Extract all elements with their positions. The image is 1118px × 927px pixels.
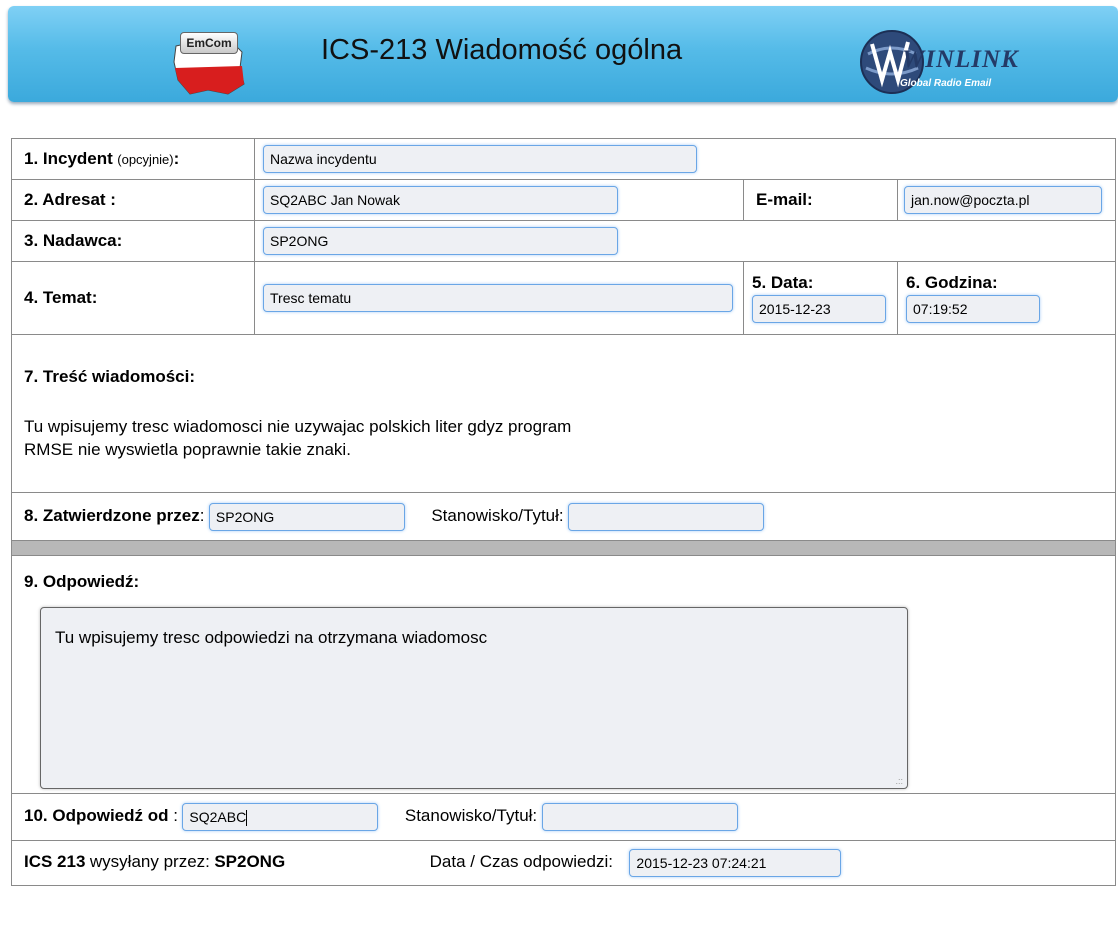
addressee-value-cell: SQ2ABC Jan Nowak [254, 179, 744, 221]
sender-input[interactable]: SP2ONG [263, 227, 618, 255]
footer-cell: ICS 213 wysyłany przez: SP2ONG Data / Cz… [10, 840, 1117, 886]
subject-input[interactable]: Tresc tematu [263, 284, 733, 312]
row-reply: 9. Odpowiedź: Tu wpisujemy tresc odpowie… [10, 555, 1117, 794]
approved-input[interactable]: SP2ONG [208, 502, 405, 531]
message-cell: 7. Treść wiadomości: Tu wpisujemy tresc … [10, 334, 1117, 493]
incident-input[interactable]: Nazwa incydentu [263, 145, 697, 173]
incident-label: 1. Incydent [24, 149, 113, 168]
reply-text: Tu wpisujemy tresc odpowiedzi na otrzyma… [55, 628, 488, 647]
message-line-1: Tu wpisujemy tresc wiadomosci nie uzywaj… [24, 417, 572, 436]
message-line-2: RMSE nie wyswietla poprawnie takie znaki… [24, 440, 351, 459]
reply-cell: 9. Odpowiedź: Tu wpisujemy tresc odpowie… [10, 555, 1117, 794]
subject-value-cell: Tresc tematu [254, 261, 744, 335]
row-sender: 3. Nadawca: SP2ONG [11, 220, 1117, 262]
ics213-form: 1. Incydent (opcyjnie): Nazwa incydentu … [10, 138, 1117, 886]
date-label: 5. Data: [752, 273, 814, 292]
row-addressee: 2. Adresat : SQ2ABC Jan Nowak E-mail: ja… [11, 179, 1117, 221]
incident-value-cell: Nazwa incydentu [253, 138, 1117, 180]
reply-by-position-input[interactable] [541, 803, 738, 831]
row-incident: 1. Incydent (opcyjnie): Nazwa incydentu [11, 138, 1117, 180]
reply-by-position-label: Stanowisko/Tytuł: [404, 806, 538, 826]
reply-datetime-label: Data / Czas odpowiedzi: [429, 852, 613, 872]
addressee-input[interactable]: SQ2ABC Jan Nowak [263, 186, 618, 214]
incident-colon: : [173, 149, 180, 168]
emcom-logo: EmCom [168, 32, 248, 98]
emcom-logo-text: EmCom [180, 32, 238, 54]
reply-label: 9. Odpowiedź: [24, 572, 140, 591]
time-input[interactable]: 07:19:52 [906, 295, 1040, 323]
row-message: 7. Treść wiadomości: Tu wpisujemy tresc … [10, 334, 1117, 493]
reply-datetime-input[interactable]: 2015-12-23 07:24:21 [629, 849, 842, 877]
reply-by-colon: : [168, 806, 178, 826]
row-approved: 8. Zatwierdzone przez: SP2ONG Stanowisko… [10, 492, 1117, 541]
date-cell: 5. Data: 2015-12-23 [743, 261, 898, 335]
winlink-logo: WINLINK Global Radio Email [858, 28, 1048, 96]
resize-grip-icon[interactable]: .:: [895, 776, 903, 786]
approved-colon: : [199, 505, 205, 525]
sender-value-cell: SP2ONG [253, 220, 1117, 262]
reply-by-input[interactable]: SQ2ABC [182, 803, 379, 831]
email-input[interactable]: jan.now@poczta.pl [904, 186, 1102, 214]
text-cursor [246, 810, 248, 827]
approved-position-input[interactable] [568, 502, 765, 531]
footer-ics: ICS 213 [24, 852, 86, 872]
message-label: 7. Treść wiadomości: [24, 367, 196, 386]
approved-label: 8. Zatwierdzone przez [24, 505, 200, 525]
footer-sent-by-value: SP2ONG [214, 852, 286, 872]
section-separator [10, 540, 1117, 556]
winlink-logo-text: WINLINK [902, 46, 1019, 73]
time-cell: 6. Godzina: 07:19:52 [896, 261, 1117, 335]
sender-label-cell: 3. Nadawca: [11, 220, 255, 262]
row-subject: 4. Temat: Tresc tematu 5. Data: 2015-12-… [11, 261, 1117, 335]
email-value-cell: jan.now@poczta.pl [896, 179, 1117, 221]
email-label: E-mail: [756, 190, 813, 209]
reply-textarea[interactable]: Tu wpisujemy tresc odpowiedzi na otrzyma… [40, 607, 908, 789]
header-banner: EmCom ICS-213 Wiadomość ogólna WINLINK G… [8, 6, 1118, 102]
reply-by-cell: 10. Odpowiedź od : SQ2ABC Stanowisko/Tyt… [10, 793, 1117, 841]
footer-sent-by-label: wysyłany przez: [89, 852, 210, 872]
time-label: 6. Godzina: [906, 273, 998, 292]
winlink-logo-subtext: Global Radio Email [900, 78, 992, 89]
addressee-label: 2. Adresat : [24, 190, 116, 209]
separator-bar [10, 540, 1117, 556]
reply-by-label: 10. Odpowiedź od [24, 806, 169, 826]
subject-label: 4. Temat: [24, 288, 98, 307]
approved-cell: 8. Zatwierdzone przez: SP2ONG Stanowisko… [10, 492, 1117, 541]
subject-label-cell: 4. Temat: [11, 261, 255, 335]
date-input[interactable]: 2015-12-23 [752, 295, 886, 323]
reply-by-value: SQ2ABC [189, 809, 247, 825]
row-reply-by: 10. Odpowiedź od : SQ2ABC Stanowisko/Tyt… [10, 793, 1117, 841]
approved-position-label: Stanowisko/Tytuł: [431, 505, 564, 525]
incident-label-cell: 1. Incydent (opcyjnie): [11, 138, 255, 180]
email-label-cell: E-mail: [743, 179, 898, 221]
page-title: ICS-213 Wiadomość ogólna [321, 34, 683, 66]
addressee-label-cell: 2. Adresat : [11, 179, 255, 221]
sender-label: 3. Nadawca: [24, 231, 123, 250]
row-footer: ICS 213 wysyłany przez: SP2ONG Data / Cz… [10, 840, 1117, 886]
incident-hint: (opcyjnie) [117, 152, 174, 167]
